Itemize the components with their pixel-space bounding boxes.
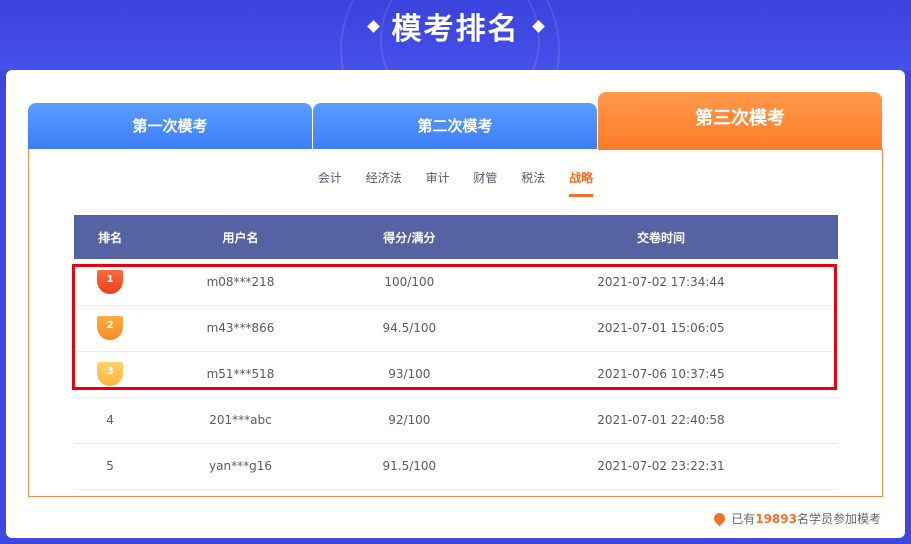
subject-tab-tax-law[interactable]: 税法: [521, 169, 545, 194]
time-cell: 2021-07-01 15:06:05: [483, 305, 838, 352]
score-cell: 93/100: [334, 351, 484, 398]
username-cell: 201***abc: [146, 397, 335, 444]
banner: 模考排名: [0, 0, 911, 70]
bronze-medal-icon: 3: [97, 362, 124, 386]
rank-cell: 2: [74, 305, 147, 352]
subject-tab-accounting[interactable]: 会计: [318, 169, 342, 194]
page-title: 模考排名: [0, 4, 911, 48]
table-row: 3 m51***518 93/100 2021-07-06 10:37:45: [74, 351, 838, 398]
table-row: 1 m08***218 100/100 2021-07-02 17:34:44: [74, 259, 838, 306]
location-pin-icon: [711, 510, 728, 527]
silver-medal-icon: 2: [97, 316, 124, 340]
subject-tab-financial-management[interactable]: 财管: [473, 169, 497, 194]
table-header-row: 排名 用户名 得分/满分 交卷时间: [74, 215, 838, 259]
username-cell: m51***518: [146, 351, 335, 398]
rank-cell: 3: [74, 351, 147, 398]
ranking-card: 第一次模考 第二次模考 第三次模考 会计 经济法 审计 财管 税法 战略 排名 …: [6, 70, 905, 538]
participant-prefix: 已有: [731, 512, 756, 526]
ranking-panel: 会计 经济法 审计 财管 税法 战略 排名 用户名 得分/满分 交卷时间 1 m…: [28, 149, 883, 497]
column-header-rank: 排名: [74, 215, 147, 259]
column-header-score: 得分/满分: [334, 215, 484, 259]
column-header-username: 用户名: [146, 215, 335, 259]
time-cell: 2021-07-06 10:37:45: [483, 351, 838, 398]
participant-suffix: 名学员参加模考: [796, 512, 881, 526]
table-row: 4 201***abc 92/100 2021-07-01 22:40:58: [74, 397, 838, 444]
rank-cell: 4: [74, 397, 147, 444]
gold-medal-icon: 1: [97, 269, 124, 294]
diamond-icon: [531, 20, 545, 33]
column-header-submit-time: 交卷时间: [483, 215, 838, 259]
username-cell: m43***866: [146, 305, 335, 352]
tab-second-exam[interactable]: 第二次模考: [313, 103, 597, 149]
username-cell: yan***g16: [146, 443, 335, 490]
time-cell: 2021-07-01 22:40:58: [483, 397, 838, 444]
rank-cell: 5: [74, 443, 147, 490]
diamond-icon: [366, 20, 380, 33]
score-cell: 91.5/100: [334, 443, 484, 490]
table-row: 2 m43***866 94.5/100 2021-07-01 15:06:05: [74, 305, 838, 352]
rank-cell: 1: [74, 259, 147, 306]
score-cell: 100/100: [334, 259, 484, 306]
score-cell: 94.5/100: [334, 305, 484, 352]
ranking-table: 排名 用户名 得分/满分 交卷时间 1 m08***218 100/100 20…: [74, 215, 838, 490]
subject-tab-strategy[interactable]: 战略: [569, 169, 594, 197]
username-cell: m08***218: [146, 259, 335, 306]
subject-nav: 会计 经济法 审计 财管 税法 战略: [29, 169, 882, 197]
table-row: 5 yan***g16 91.5/100 2021-07-02 23:22:31: [74, 443, 838, 490]
tab-first-exam[interactable]: 第一次模考: [28, 103, 312, 149]
participant-count-note: 已有19893名学员参加模考: [711, 510, 881, 527]
subject-tab-audit[interactable]: 审计: [426, 169, 450, 194]
time-cell: 2021-07-02 23:22:31: [483, 443, 838, 490]
page-title-text: 模考排名: [391, 12, 520, 47]
subject-tab-economic-law[interactable]: 经济法: [366, 169, 402, 194]
time-cell: 2021-07-02 17:34:44: [483, 259, 838, 306]
participant-count: 19893: [755, 512, 797, 526]
score-cell: 92/100: [334, 397, 484, 444]
tab-third-exam[interactable]: 第三次模考: [598, 92, 882, 150]
